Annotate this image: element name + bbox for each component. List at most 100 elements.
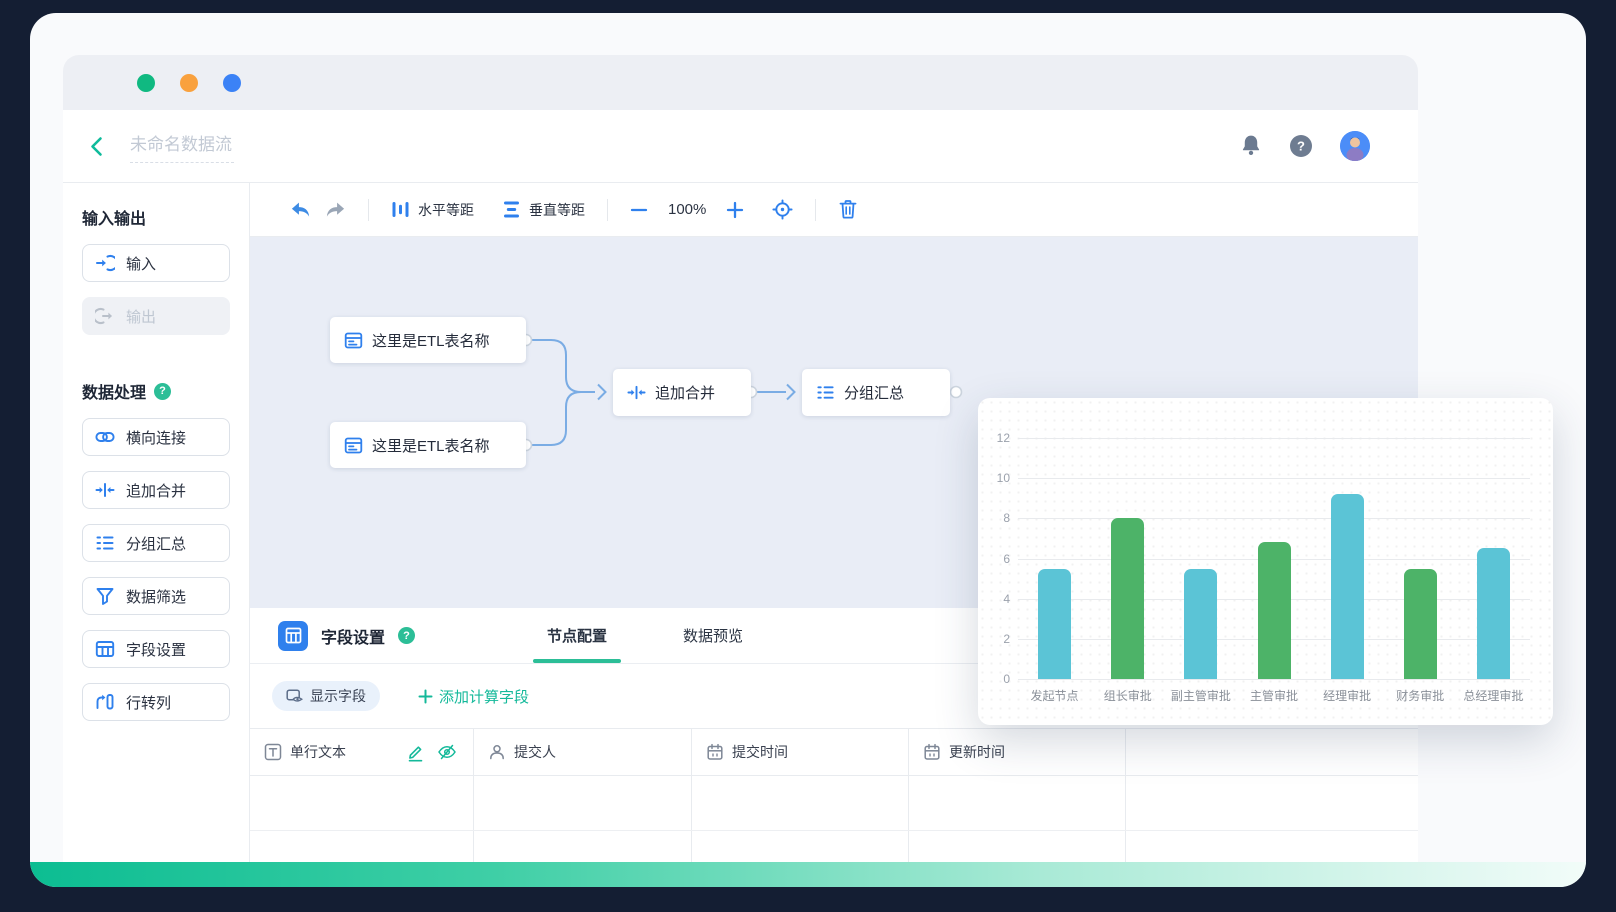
help-button[interactable]: ? bbox=[1288, 133, 1314, 159]
user-icon bbox=[488, 743, 506, 761]
io-section-title: 输入输出 bbox=[82, 211, 147, 228]
tab-data-preview[interactable]: 数据预览 bbox=[669, 608, 757, 663]
sidebar-item-field-settings[interactable]: 字段设置 bbox=[82, 630, 230, 668]
filter-icon bbox=[95, 586, 115, 606]
chart-bar bbox=[1257, 542, 1291, 679]
notification-button[interactable] bbox=[1240, 134, 1262, 158]
chart-ytick-label: 0 bbox=[1003, 672, 1010, 686]
table-header-row: 单行文本 提交人 提交时间 更新时间 bbox=[250, 728, 1418, 776]
column-header-submit-time[interactable]: 提交时间 bbox=[692, 729, 909, 775]
edit-pencil-icon[interactable] bbox=[406, 742, 425, 762]
show-fields-label: 显示字段 bbox=[310, 688, 366, 704]
bottom-accent-bar bbox=[30, 862, 1586, 887]
plus-icon bbox=[726, 201, 744, 219]
user-avatar[interactable] bbox=[1340, 131, 1370, 161]
show-fields-button[interactable]: 显示字段 bbox=[272, 681, 380, 711]
flow-node-append-merge[interactable]: 追加合并 bbox=[613, 369, 751, 416]
distribute-horizontal-label: 水平等距 bbox=[418, 201, 474, 218]
tab-node-config[interactable]: 节点配置 bbox=[533, 608, 622, 663]
flow-title-input[interactable]: 未命名数据流 bbox=[130, 130, 234, 163]
chart-xtick-label: 主管审批 bbox=[1249, 689, 1299, 703]
zoom-in-button[interactable] bbox=[726, 201, 744, 219]
text-field-icon bbox=[264, 743, 282, 761]
flow-node-label: 分组汇总 bbox=[844, 385, 905, 402]
locate-button[interactable] bbox=[772, 199, 793, 220]
sidebar-item-output[interactable]: 输出 bbox=[82, 297, 230, 335]
chart-xtick-label: 组长审批 bbox=[1103, 689, 1152, 703]
column-header-label: 提交人 bbox=[514, 744, 556, 760]
sidebar-item-label: 追加合并 bbox=[126, 482, 187, 500]
desktop-background: { "browser": { "traffic_light_colors": [… bbox=[0, 0, 1616, 912]
flow-node-etl-table-2[interactable]: 这里是ETL表名称 bbox=[330, 422, 526, 468]
trash-icon bbox=[838, 199, 858, 220]
group-summary-icon bbox=[816, 383, 835, 402]
chart-ytick-label: 10 bbox=[996, 471, 1010, 486]
zoom-level: 100% bbox=[668, 201, 707, 218]
delete-button[interactable] bbox=[838, 199, 858, 220]
sidebar-item-label: 分组汇总 bbox=[126, 535, 187, 553]
process-help-icon[interactable]: ? bbox=[154, 382, 172, 400]
distribute-vertical-button[interactable]: 垂直等距 bbox=[502, 200, 585, 220]
traffic-light-blue[interactable] bbox=[223, 73, 241, 92]
table-cell[interactable] bbox=[909, 831, 1126, 862]
chart-ytick-label: 4 bbox=[1003, 591, 1010, 606]
eye-slash-icon[interactable] bbox=[437, 742, 457, 762]
chart-bar bbox=[1403, 568, 1437, 679]
chart-bar bbox=[1476, 548, 1510, 679]
sidebar-item-row-to-column[interactable]: 行转列 bbox=[82, 683, 230, 721]
chart-xtick-label: 总经理审批 bbox=[1463, 689, 1524, 703]
distribute-horizontal-icon bbox=[391, 200, 410, 219]
panel-title-group: 字段设置 ? bbox=[278, 620, 416, 651]
sidebar-item-label: 行转列 bbox=[126, 694, 172, 712]
chart-bar bbox=[1330, 494, 1364, 679]
undo-button[interactable] bbox=[290, 201, 311, 219]
sidebar-item-group-summary[interactable]: 分组汇总 bbox=[82, 524, 230, 562]
table-cell[interactable] bbox=[474, 831, 692, 862]
column-header-update-time[interactable]: 更新时间 bbox=[909, 729, 1126, 775]
panel-help-icon[interactable]: ? bbox=[398, 627, 416, 644]
flow-node-group-summary[interactable]: 分组汇总 bbox=[802, 369, 950, 416]
field-settings-icon bbox=[95, 639, 115, 659]
table-cell[interactable] bbox=[692, 831, 909, 862]
column-header-single-line-text[interactable]: 单行文本 bbox=[250, 729, 474, 775]
table-row[interactable] bbox=[250, 831, 1418, 862]
table-cell[interactable] bbox=[250, 831, 474, 862]
sidebar-item-horizontal-join[interactable]: 横向连接 bbox=[82, 418, 230, 456]
sidebar-item-input[interactable]: 输入 bbox=[82, 244, 230, 282]
undo-icon bbox=[290, 201, 311, 219]
traffic-light-green[interactable] bbox=[137, 73, 155, 92]
table-cell[interactable] bbox=[909, 776, 1126, 830]
flow-node-etl-table-1[interactable]: 这里是ETL表名称 bbox=[330, 317, 526, 363]
table-cell[interactable] bbox=[474, 776, 692, 830]
sidebar-item-data-filter[interactable]: 数据筛选 bbox=[82, 577, 230, 615]
chart-ytick-label: 6 bbox=[1003, 551, 1010, 566]
back-button[interactable] bbox=[89, 136, 104, 157]
append-merge-icon bbox=[95, 480, 115, 500]
app-header: 未命名数据流 ? bbox=[63, 110, 1418, 183]
crosshair-icon bbox=[772, 199, 793, 220]
distribute-horizontal-button[interactable]: 水平等距 bbox=[391, 200, 474, 220]
browser-titlebar bbox=[63, 55, 1418, 110]
traffic-light-orange[interactable] bbox=[180, 73, 198, 92]
calendar-icon bbox=[706, 743, 724, 761]
toolbar-divider bbox=[607, 198, 608, 221]
column-header-submitter[interactable]: 提交人 bbox=[474, 729, 692, 775]
add-calc-field-button[interactable]: 添加计算字段 bbox=[418, 686, 529, 707]
group-summary-icon bbox=[95, 533, 115, 553]
sidebar-item-append-merge[interactable]: 追加合并 bbox=[82, 471, 230, 509]
table-cell bbox=[1126, 776, 1418, 830]
card-eye-icon bbox=[286, 688, 303, 705]
sidebar: 输入输出 输入 输出 数据处理 ? 横向连接 追加合并 分组汇总 数据筛选 字段… bbox=[63, 183, 250, 862]
table-row[interactable] bbox=[250, 776, 1418, 831]
chart-ytick-label: 12 bbox=[996, 431, 1010, 445]
chart-xtick-label: 经理审批 bbox=[1323, 689, 1372, 703]
etl-table-icon bbox=[344, 331, 363, 350]
avatar-figure bbox=[1340, 131, 1370, 161]
zoom-out-button[interactable] bbox=[630, 201, 648, 219]
table-cell[interactable] bbox=[250, 776, 474, 830]
calendar-icon bbox=[923, 743, 941, 761]
sidebar-item-label: 输出 bbox=[126, 308, 157, 326]
redo-button[interactable] bbox=[325, 201, 346, 219]
table-cell[interactable] bbox=[692, 776, 909, 830]
presentation-card: 未命名数据流 ? 输入输出 输入 输出 数据处理 ? 横向连接 追加合并 分组汇… bbox=[30, 13, 1586, 887]
